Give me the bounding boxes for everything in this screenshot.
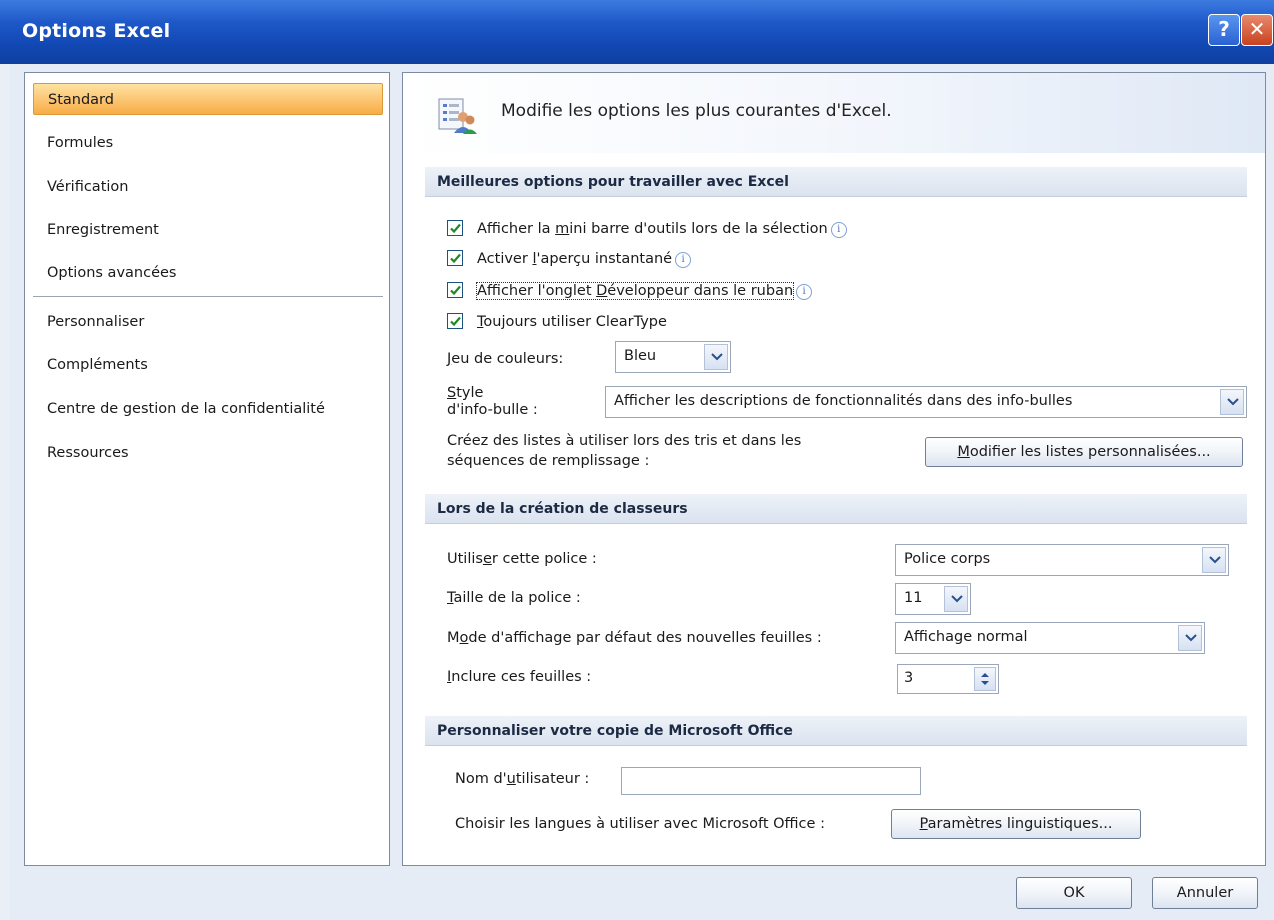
username-input[interactable] [621, 767, 921, 795]
options-panel: Modifie les options les plus courantes d… [402, 72, 1266, 866]
section-best-options: Meilleures options pour travailler avec … [425, 167, 1247, 197]
custom-lists-label: Créez des listes à utiliser lors des tri… [447, 433, 802, 469]
close-button[interactable]: ✕ [1241, 14, 1273, 46]
edit-custom-lists-button[interactable]: Modifier les listes personnalisées... [925, 437, 1243, 467]
languages-label: Choisir les langues à utiliser avec Micr… [455, 816, 825, 832]
sidebar-item-standard[interactable]: Standard [33, 83, 383, 115]
language-settings-button[interactable]: Paramètres linguistiques... [891, 809, 1141, 839]
panel-header-text: Modifie les options les plus courantes d… [501, 101, 892, 121]
sheets-count-stepper[interactable]: 3 [897, 664, 999, 694]
sidebar-item-enregistrement[interactable]: Enregistrement [33, 214, 383, 246]
dialog-title: Options Excel [22, 20, 171, 42]
cleartype-checkbox[interactable] [447, 313, 463, 329]
chevron-down-icon[interactable] [1202, 547, 1226, 573]
font-label: Utiliser cette police : [447, 551, 597, 567]
chevron-down-icon[interactable] [944, 586, 968, 612]
mini-toolbar-checkbox[interactable] [447, 220, 463, 236]
sidebar-item-personnaliser[interactable]: Personnaliser [33, 306, 383, 338]
tooltip-style-select[interactable]: Afficher les descriptions de fonctionnal… [605, 386, 1247, 418]
sheets-label: Inclure ces feuilles : [447, 669, 592, 685]
username-label: Nom d'utilisateur : [455, 771, 590, 787]
sidebar-item-verification[interactable]: Vérification [33, 171, 383, 203]
info-icon[interactable]: i [675, 252, 692, 268]
sidebar-item-complements[interactable]: Compléments [33, 349, 383, 381]
section-personalize: Personnaliser votre copie de Microsoft O… [425, 716, 1247, 746]
font-size-label: Taille de la police : [447, 590, 581, 606]
tooltip-style-label: Style d'info-bulle : [447, 385, 538, 418]
sidebar-item-ressources[interactable]: Ressources [33, 437, 383, 469]
cancel-button[interactable]: Annuler [1152, 877, 1258, 909]
color-scheme-label: Jeu de couleurs: [447, 351, 564, 367]
category-list: Standard Formules Vérification Enregistr… [24, 72, 390, 866]
ok-button[interactable]: OK [1016, 877, 1132, 909]
options-dialog: Options Excel ? ✕ Standard Formules Véri… [0, 0, 1274, 920]
sidebar-item-formules[interactable]: Formules [33, 127, 383, 159]
spinner-arrows-icon[interactable] [974, 667, 996, 691]
live-preview-checkbox[interactable] [447, 250, 463, 266]
chevron-down-icon[interactable] [704, 344, 728, 370]
info-icon[interactable]: i [796, 284, 813, 300]
developer-tab-checkbox[interactable] [447, 282, 463, 298]
sidebar-item-centre-confidentialite[interactable]: Centre de gestion de la confidentialité [33, 393, 383, 425]
mini-toolbar-label: Afficher la mini barre d'outils lors de … [477, 217, 847, 241]
font-size-select[interactable]: 11 [895, 583, 971, 615]
panel-header: Modifie les options les plus courantes d… [403, 73, 1265, 153]
options-icon [438, 98, 477, 134]
title-bar[interactable]: Options Excel ? ✕ [0, 0, 1274, 64]
developer-tab-label: Afficher l'onglet Développeur dans le ru… [475, 279, 813, 303]
sidebar-item-options-avancees[interactable]: Options avancées [33, 257, 383, 289]
color-scheme-select[interactable]: Bleu [615, 341, 731, 373]
help-button[interactable]: ? [1208, 14, 1240, 46]
view-mode-select[interactable]: Affichage normal [895, 622, 1205, 654]
chevron-down-icon[interactable] [1220, 389, 1244, 415]
chevron-down-icon[interactable] [1178, 625, 1202, 651]
section-new-workbooks: Lors de la création de classeurs [425, 494, 1247, 524]
sidebar-divider [33, 296, 383, 297]
view-mode-label: Mode d'affichage par défaut des nouvelle… [447, 630, 822, 646]
cleartype-label: Toujours utiliser ClearType [477, 314, 667, 330]
info-icon[interactable]: i [830, 222, 847, 238]
live-preview-label: Activer l'aperçu instantané i [477, 247, 692, 271]
font-select[interactable]: Police corps [895, 544, 1229, 576]
